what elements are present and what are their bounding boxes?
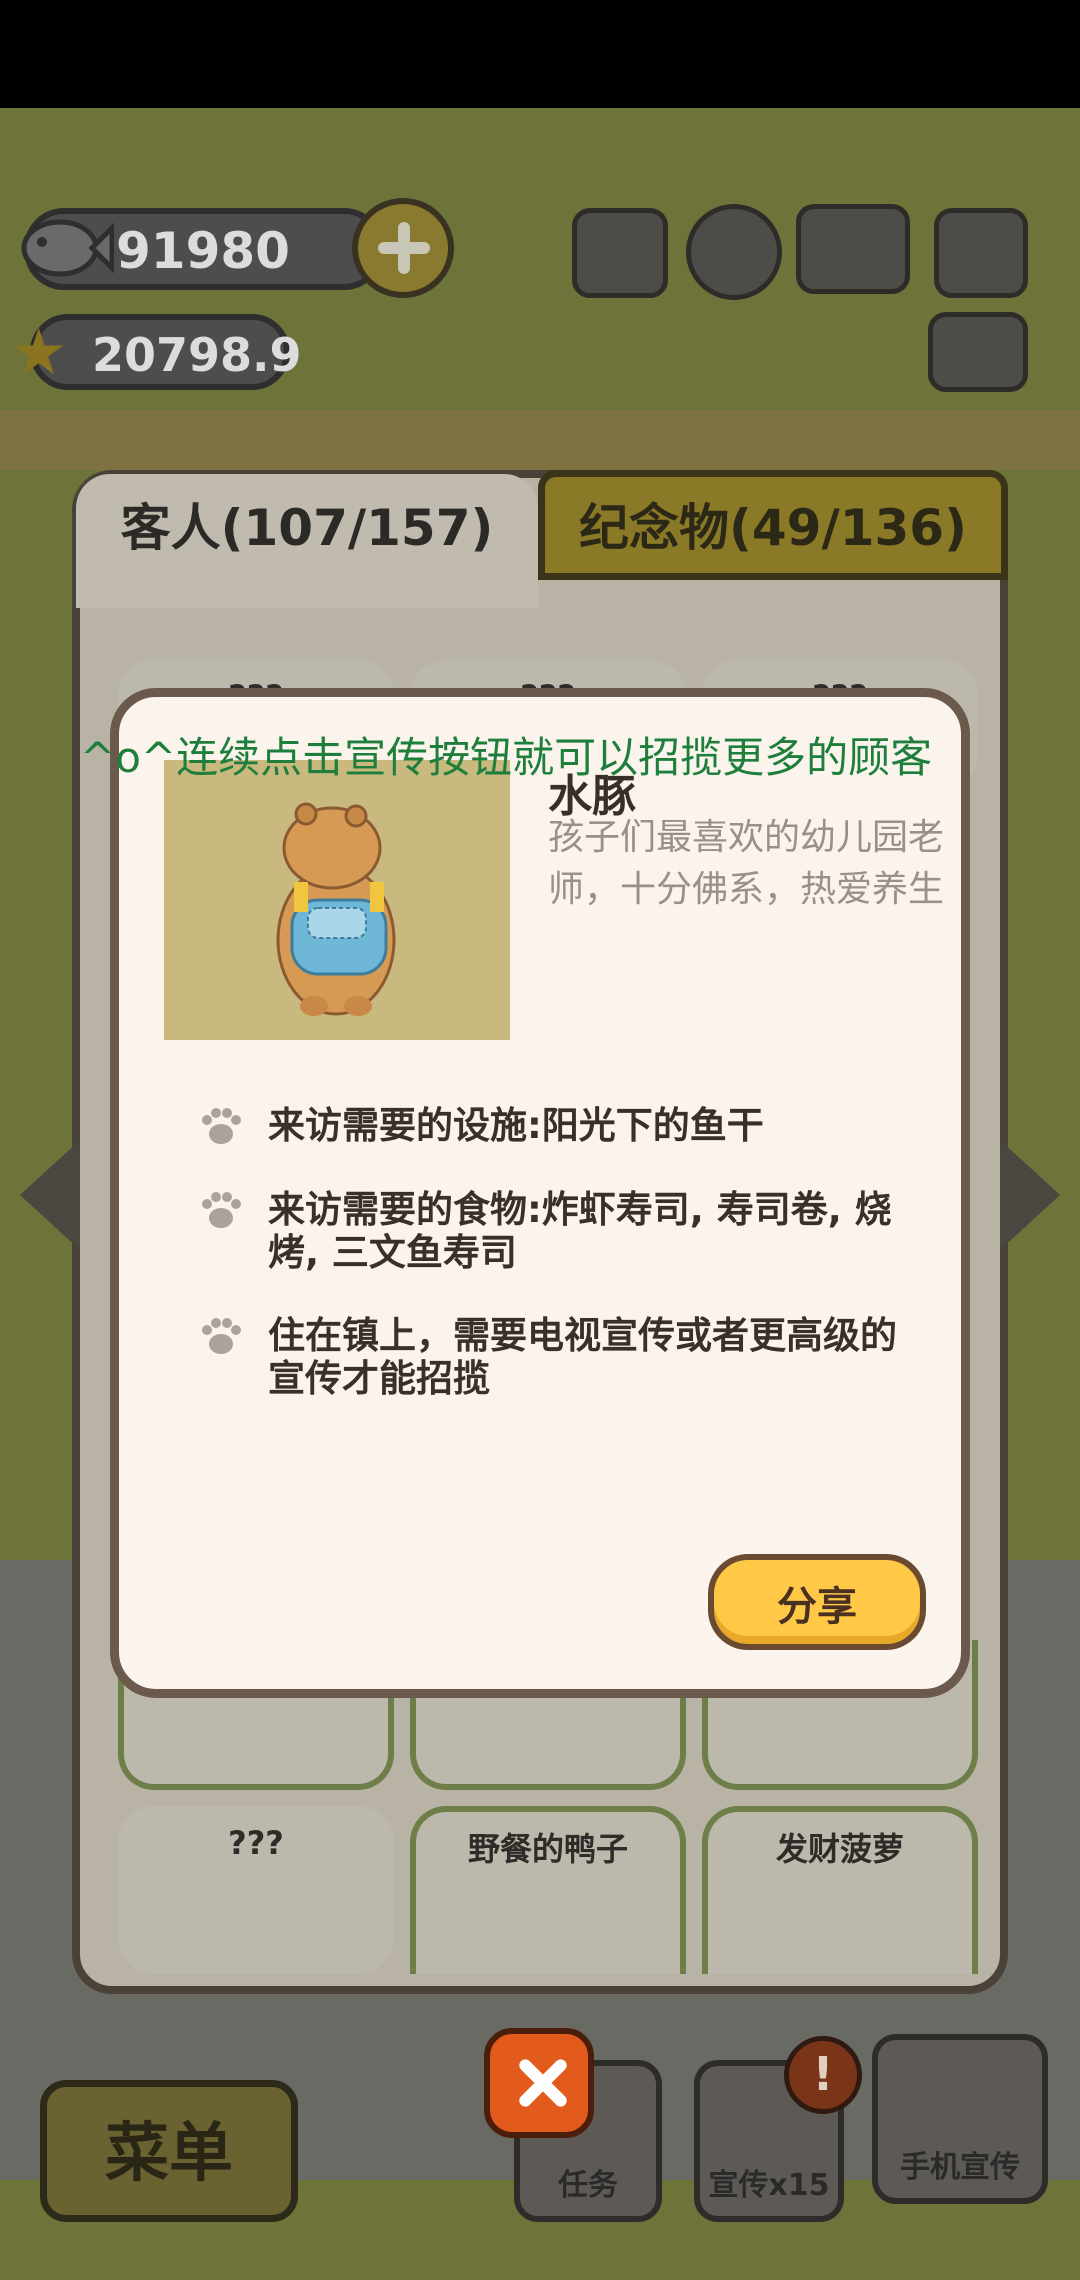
paw-icon xyxy=(202,1108,241,1144)
fish-currency-amount: 91980 xyxy=(116,222,290,280)
requirement-text: 来访需要的设施:阳光下的鱼干 xyxy=(268,1104,764,1147)
promotion-button-label: 宣传x15 xyxy=(708,2168,830,2203)
close-icon[interactable] xyxy=(484,2028,594,2138)
guest-card-title: 发财菠萝 xyxy=(775,1830,904,1868)
star-currency-amount: 20798.9 xyxy=(92,328,302,382)
tab-souvenirs-label: 纪念物(49/136) xyxy=(579,499,967,557)
gear-icon[interactable] xyxy=(686,204,782,300)
guidebook-icon[interactable] xyxy=(796,204,910,294)
add-fish-button[interactable] xyxy=(352,198,454,298)
guest-card-title: ??? xyxy=(228,1824,284,1862)
scene-fence xyxy=(0,410,1080,470)
menu-button-label: 菜单 xyxy=(105,2117,233,2191)
paw-icon xyxy=(202,1192,241,1228)
guest-card[interactable]: ??? xyxy=(118,1806,394,1974)
star-icon: ★ xyxy=(10,316,68,390)
task-button-label: 任务 xyxy=(558,2168,618,2203)
guest-card[interactable]: 野餐的鸭子 xyxy=(410,1806,686,1974)
paw-icon xyxy=(202,1318,241,1354)
phone-promotion-button-label: 手机宣传 xyxy=(900,2150,1020,2185)
star-currency-display: 20798.9 xyxy=(30,314,302,390)
fish-icon xyxy=(21,219,114,277)
guest-card-title: 野餐的鸭子 xyxy=(467,1830,628,1868)
share-button-label: 分享 xyxy=(777,1584,857,1630)
tab-guests-label: 客人(107/157) xyxy=(120,499,494,557)
requirement-text: 住在镇上，需要电视宣传或者更高级的宣传才能招揽 xyxy=(268,1314,897,1400)
status-bar xyxy=(0,0,1080,108)
camera-icon[interactable] xyxy=(934,208,1028,298)
newspaper-icon[interactable] xyxy=(928,312,1028,392)
alert-badge: ! xyxy=(784,2036,862,2114)
capybara-portrait xyxy=(164,760,510,1040)
promotion-hint-banner: ^o^连续点击宣传按钮就可以招揽更多的顾客 xyxy=(80,733,933,782)
requirement-text: 来访需要的食物:炸虾寿司, 寿司卷, 烧烤, 三文鱼寿司 xyxy=(268,1188,892,1274)
share-button[interactable]: 分享 xyxy=(708,1554,926,1650)
ranking-icon[interactable] xyxy=(572,208,668,298)
guest-card[interactable]: 发财菠萝 xyxy=(702,1806,978,1974)
guest-description: 孩子们最喜欢的幼儿园老师，十分佛系，热爱养生 xyxy=(548,817,945,910)
phone-promotion-button[interactable]: 手机宣传 xyxy=(872,2034,1048,2204)
